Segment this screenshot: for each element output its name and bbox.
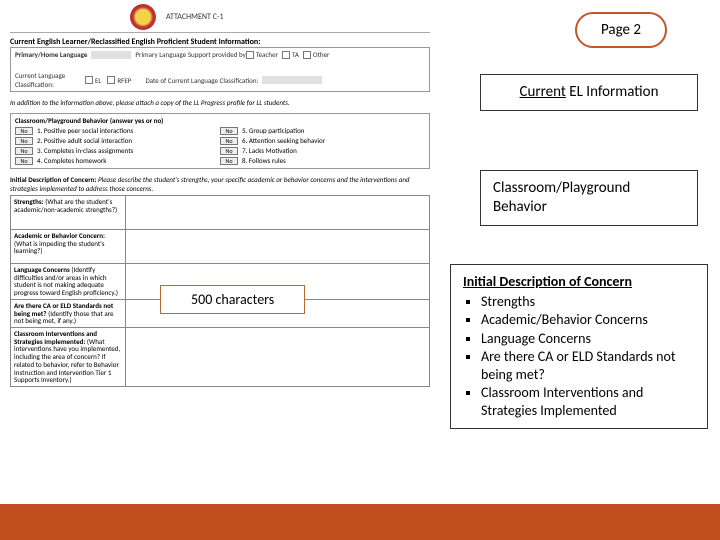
- attachment-row: ATTACHMENT C-1: [10, 4, 430, 33]
- el-section-title: Current English Learner/Reclassified Eng…: [10, 37, 430, 47]
- behavior-title: Classroom/Playground Behavior (answer ye…: [15, 116, 163, 125]
- support-label: Primary Language Support provided by: [135, 50, 245, 59]
- attach-note: In addition to the information above, pl…: [10, 98, 430, 107]
- list-item: Classroom Interventions and Strategies I…: [481, 384, 695, 419]
- row-sub: (What is impeding the student's learning…: [14, 239, 105, 256]
- behav-item: 2. Positive adult social interaction: [37, 136, 132, 145]
- annot-el-rest: EL Information: [566, 83, 659, 101]
- date-label: Date of Current Language Classification:: [145, 76, 258, 85]
- concern-intro-bold: Initial Description of Concern:: [10, 175, 96, 184]
- annot-el-info: Current EL Information: [480, 74, 698, 111]
- no-box: No: [15, 137, 33, 145]
- other-checkbox: [303, 51, 311, 59]
- no-box: No: [15, 147, 33, 155]
- behav-item: 3. Completes in-class assignments: [37, 146, 133, 155]
- char-limit-callout: 500 characters: [160, 285, 305, 314]
- footer-bar: [0, 504, 720, 540]
- form-page-preview: ATTACHMENT C-1 Current English Learner/R…: [10, 4, 430, 387]
- behav-item: 8. Follows rules: [242, 156, 286, 165]
- classification-label: Current Language Classification:: [15, 71, 85, 89]
- annot-behavior: Classroom/Playground Behavior: [480, 170, 698, 226]
- list-item: Are there CA or ELD Standards not being …: [481, 348, 695, 383]
- behav-item: 1. Positive peer social interactions: [37, 126, 133, 135]
- no-box: No: [220, 157, 238, 165]
- annot-concern-list: Strengths Academic/Behavior Concerns Lan…: [467, 293, 695, 420]
- no-box: No: [15, 127, 33, 135]
- el-option: EL: [95, 76, 101, 85]
- row-field: [126, 230, 430, 264]
- annot-concern-title: Initial Description of Concern: [463, 273, 695, 291]
- list-item: Academic/Behavior Concerns: [481, 311, 695, 329]
- row-sub: (What interventions have you implemented…: [14, 337, 120, 384]
- attachment-label: ATTACHMENT C-1: [166, 12, 224, 22]
- el-checkbox: [85, 76, 93, 84]
- ta-option: TA: [292, 50, 299, 59]
- annot-el-prefix: Current: [520, 83, 566, 101]
- behav-item: 4. Completes homework: [37, 156, 106, 165]
- ta-checkbox: [282, 51, 290, 59]
- no-box: No: [15, 157, 33, 165]
- list-item: Strengths: [481, 293, 695, 311]
- el-info-block: Primary/Home Language Primary Language S…: [10, 47, 430, 92]
- teacher-option: Teacher: [256, 50, 278, 59]
- rfep-option: RFEP: [117, 76, 131, 85]
- row-field: [126, 328, 430, 387]
- primary-lang-field: [91, 51, 131, 59]
- teacher-checkbox: [246, 51, 254, 59]
- annot-concern: Initial Description of Concern Strengths…: [450, 264, 708, 429]
- behavior-block: Classroom/Playground Behavior (answer ye…: [10, 113, 430, 169]
- concern-intro: Initial Description of Concern: Please d…: [10, 175, 430, 193]
- behavior-right-col: No 5. Group participation No 6. Attention …: [220, 125, 425, 166]
- primary-lang-label: Primary/Home Language: [15, 50, 87, 59]
- behav-item: 7. Lacks Motivation: [242, 146, 297, 155]
- behav-item: 6. Attention seeking behavior: [242, 136, 325, 145]
- no-box: No: [220, 147, 238, 155]
- date-field: [262, 76, 322, 84]
- behav-item: 5. Group participation: [242, 126, 304, 135]
- district-logo-icon: [130, 4, 156, 30]
- row-field: [126, 196, 430, 230]
- page-number-pill: Page 2: [575, 12, 667, 48]
- list-item: Language Concerns: [481, 330, 695, 348]
- rfep-checkbox: [107, 76, 115, 84]
- no-box: No: [220, 127, 238, 135]
- behavior-left-col: No 1. Positive peer social interactions N…: [15, 125, 220, 166]
- other-option: Other: [313, 50, 330, 59]
- no-box: No: [220, 137, 238, 145]
